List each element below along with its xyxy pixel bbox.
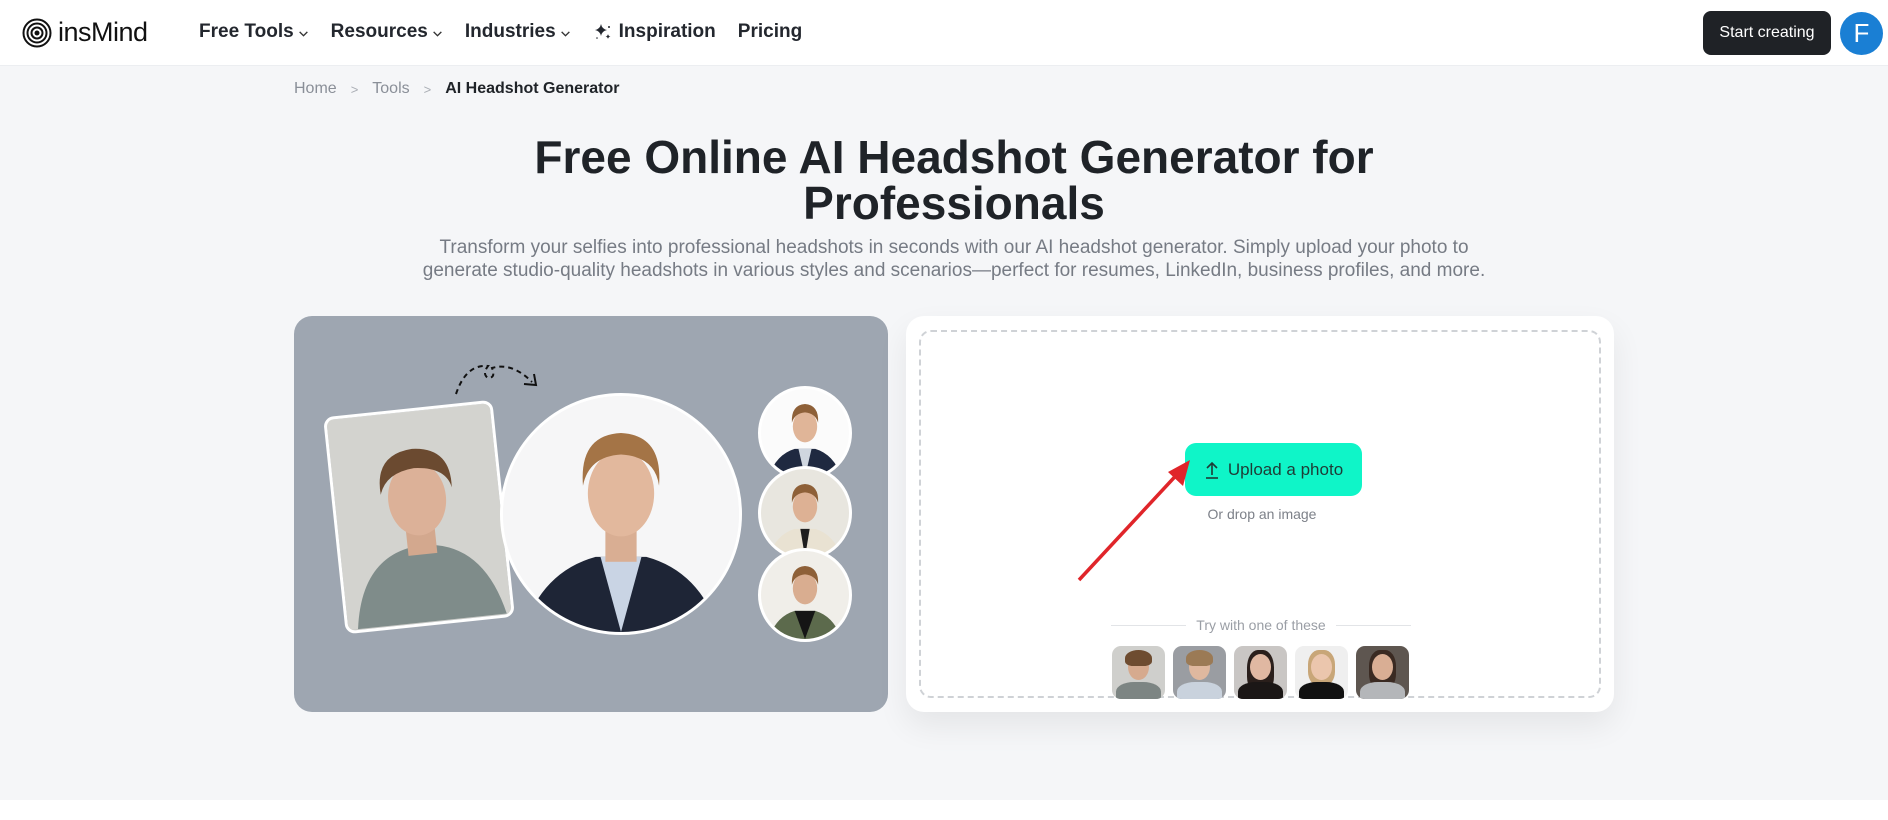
sample-face [1311,654,1332,680]
sparkle-icon [594,24,611,39]
page-title: Free Online AI Headshot Generator for Pr… [0,134,1888,226]
sample-body [1116,682,1161,699]
sample-hair [1186,650,1213,666]
headshot-variant-olive-jacket [758,548,852,642]
man-navy-suit-illustration [768,403,842,477]
image-dropzone[interactable]: Upload a photo Or drop an image Try with… [919,330,1601,699]
breadcrumb: Home > Tools > AI Headshot Generator [294,80,620,98]
nav-menu: Free Tools Resources Industries Inspirat… [199,0,824,64]
sample-face [1372,654,1393,680]
user-avatar[interactable]: F [1840,12,1883,55]
breadcrumb-separator: > [423,81,432,97]
sample-photo-man-shirt[interactable] [1173,646,1226,699]
sample-photos [1112,646,1409,699]
sample-face [1250,654,1271,680]
sample-body [1177,682,1222,699]
sample-photo-man-curly[interactable] [1112,646,1165,699]
man-suit-illustration [503,396,739,632]
nav-item-label: Pricing [737,21,803,42]
divider-line [1111,624,1187,626]
chevron-down-icon [560,30,570,37]
sample-photo-woman-dark-hair[interactable] [1234,646,1287,699]
nav-item-industries[interactable]: Industries [465,21,571,43]
sample-hair [1125,650,1152,666]
top-navbar: insMind Free Tools Resources Industries … [0,0,1888,66]
start-creating-button[interactable]: Start creating [1703,11,1831,55]
nav-item-label: Inspiration [618,21,716,42]
headshot-showcase [294,316,888,712]
nav-item-resources[interactable]: Resources [331,21,443,43]
original-selfie-photo [323,399,515,635]
brand-name: insMind [58,17,148,47]
upload-photo-button[interactable]: Upload a photo [1185,443,1362,496]
page-title-line2: Professionals [803,177,1105,229]
page-title-line1: Free Online AI Headshot Generator for [534,131,1374,183]
nav-item-label: Industries [464,21,556,42]
sample-photo-woman-blonde[interactable] [1295,646,1348,699]
try-samples-header: Try with one of these [1111,617,1411,633]
man-beige-blazer-illustration [768,483,842,557]
nav-item-pricing[interactable]: Pricing [738,21,802,43]
page-subtitle: Transform your selfies into professional… [422,237,1486,281]
red-pointer-arrow-icon [1077,460,1190,582]
nav-item-inspiration[interactable]: Inspiration [593,21,716,43]
breadcrumb-separator: > [350,81,359,97]
insmind-logo-icon [22,18,52,47]
sample-photo-woman-brunette[interactable] [1356,646,1409,699]
upload-button-label: Upload a photo [1227,459,1344,479]
next-section-edge [0,800,1888,820]
sample-body [1360,682,1405,699]
upload-card: Upload a photo Or drop an image Try with… [906,316,1614,712]
sample-body [1238,682,1283,699]
breadcrumb-tools[interactable]: Tools [372,80,409,98]
sample-body [1299,682,1344,699]
upload-arrow-icon [1205,461,1218,479]
nav-item-label: Free Tools [199,21,294,42]
curved-dashed-arrow-icon [455,364,538,395]
drop-hint: Or drop an image [1207,506,1317,522]
nav-item-label: Resources [330,21,428,42]
chevron-down-icon [433,30,442,37]
breadcrumb-current: AI Headshot Generator [445,80,620,97]
try-samples-label: Try with one of these [1196,617,1326,633]
chevron-down-icon [298,30,308,37]
generated-headshot-main [500,393,742,635]
man-olive-jacket-illustration [768,565,842,639]
brand-logo[interactable]: insMind [22,17,148,48]
divider-line [1335,624,1411,626]
headshot-variant-beige-blazer [758,466,852,560]
breadcrumb-home[interactable]: Home [294,80,337,98]
man-sweater-illustration [326,403,512,631]
nav-item-free-tools[interactable]: Free Tools [199,21,309,43]
